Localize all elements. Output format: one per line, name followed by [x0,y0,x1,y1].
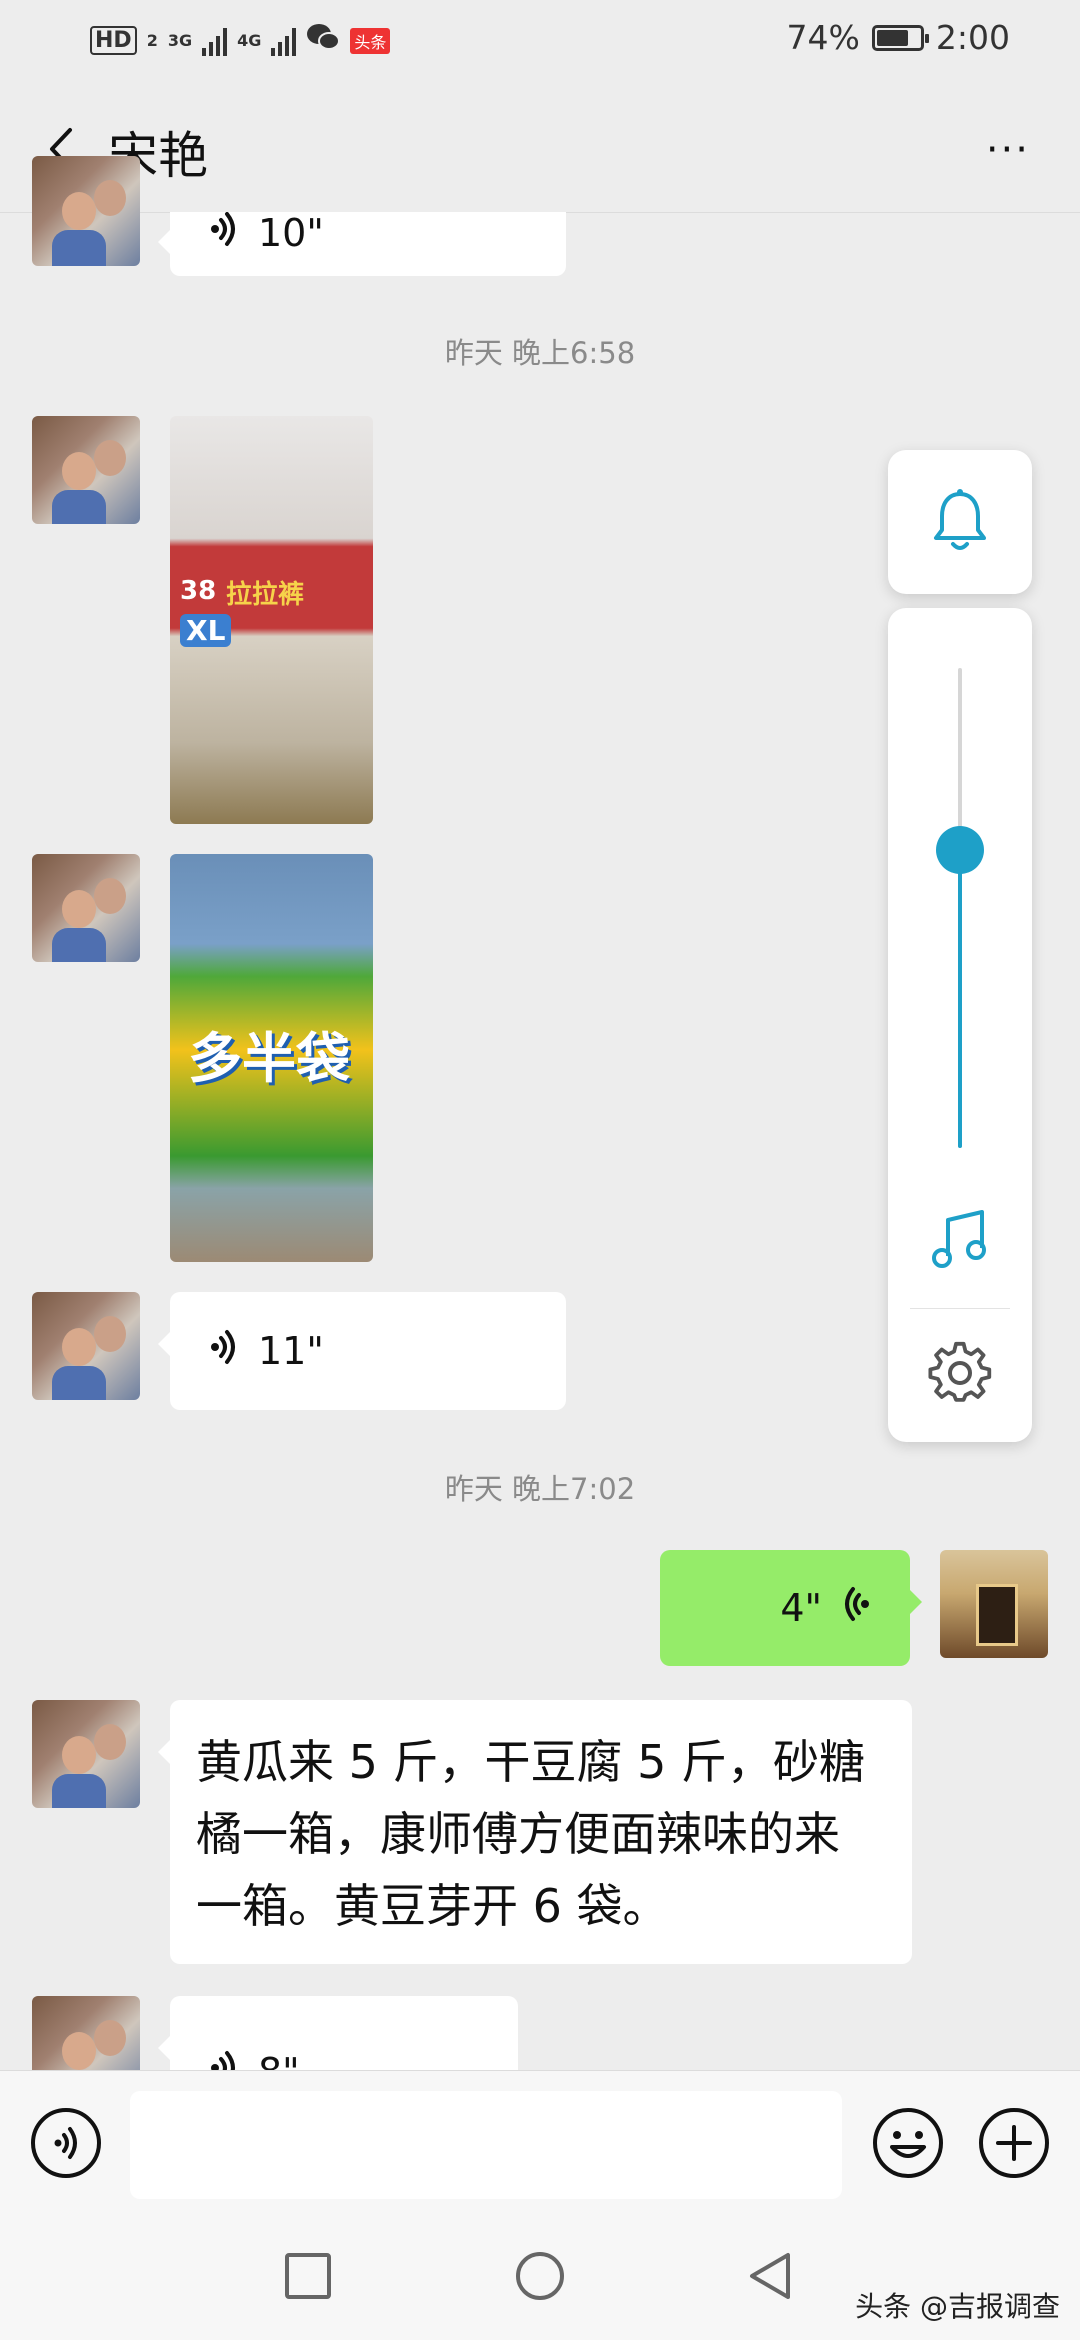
outgoing-voice-bubble[interactable]: 4" [660,1550,922,1666]
contact-avatar[interactable] [32,156,140,266]
contact-avatar[interactable] [32,854,140,962]
message-timestamp: 昨天 晚上7:02 [444,1472,636,1506]
contact-avatar[interactable] [32,1292,140,1400]
contact-avatar[interactable] [32,1700,140,1808]
home-icon[interactable] [514,2250,566,2302]
image-overlay-text: 多半袋 [188,1027,350,1090]
message-timestamp: 昨天 晚上6:58 [444,336,636,370]
hd-indicator: HD [90,26,137,55]
voice-message-bubble[interactable]: 11" [158,1292,566,1410]
self-avatar[interactable] [940,1550,1048,1658]
image-overlay-text: 拉拉裤 [226,580,305,610]
battery-percent: 74% [786,18,860,57]
panel-divider [910,1308,1010,1309]
contact-avatar[interactable] [32,416,140,524]
image-message-diapers[interactable]: 38 拉拉裤 XL [170,416,373,824]
text-message-line: 一箱。黄豆芽开 6 袋。 [196,1879,669,1933]
text-message-line: 橘一箱，康师傅方便面辣味的来 [196,1807,840,1861]
emoji-icon[interactable] [872,2107,944,2179]
ringer-mode-button[interactable] [888,450,1032,594]
signal-4g-icon [271,26,297,56]
sim-indicator: 2 [146,31,158,50]
text-message-line: 黄瓜来 5 斤，干豆腐 5 斤，砂糖 [196,1735,866,1789]
voice-wave-icon [210,1329,240,1374]
voice-duration: 10" [258,211,324,255]
network-4g-label: 4G [237,31,262,50]
battery-icon [871,24,929,51]
clock: 2:00 [935,18,1010,57]
watermark: 头条 @吉报调查 [855,2290,1060,2323]
voice-mode-icon[interactable] [30,2107,102,2179]
message-input[interactable] [130,2091,842,2199]
text-message-bubble[interactable]: 黄瓜来 5 斤，干豆腐 5 斤，砂糖 橘一箱，康师傅方便面辣味的来 一箱。黄豆芽… [158,1700,912,1964]
volume-track[interactable] [958,668,962,1148]
image-overlay-size: XL [180,614,232,647]
network-3g-label: 3G [167,31,193,50]
signal-3g-icon [202,26,228,56]
voice-wave-icon [210,212,240,256]
chat-header: 宋艳 ··· [0,86,1080,213]
chat-input-bar [0,2070,1080,2211]
volume-slider-knob[interactable] [936,826,984,875]
wechat-icon [306,22,341,59]
image-message-noodles[interactable]: 多半袋 [170,854,373,1262]
bell-icon [930,488,990,558]
plus-icon[interactable] [978,2107,1050,2179]
more-options-icon[interactable]: ··· [986,130,1030,170]
voice-duration: 4" [780,1586,822,1630]
recent-apps-icon[interactable] [282,2250,334,2302]
image-overlay-number: 38 [180,576,217,606]
voice-wave-icon [840,1586,870,1631]
voice-duration: 11" [258,1329,324,1373]
status-bar: HD 2 3G 4G 头条 74% 2:00 [0,0,1080,86]
music-note-icon[interactable] [928,1208,992,1276]
back-icon[interactable] [744,2250,796,2302]
volume-panel [888,608,1032,1442]
gear-icon[interactable] [928,1340,992,1408]
toutiao-badge: 头条 [350,27,391,54]
